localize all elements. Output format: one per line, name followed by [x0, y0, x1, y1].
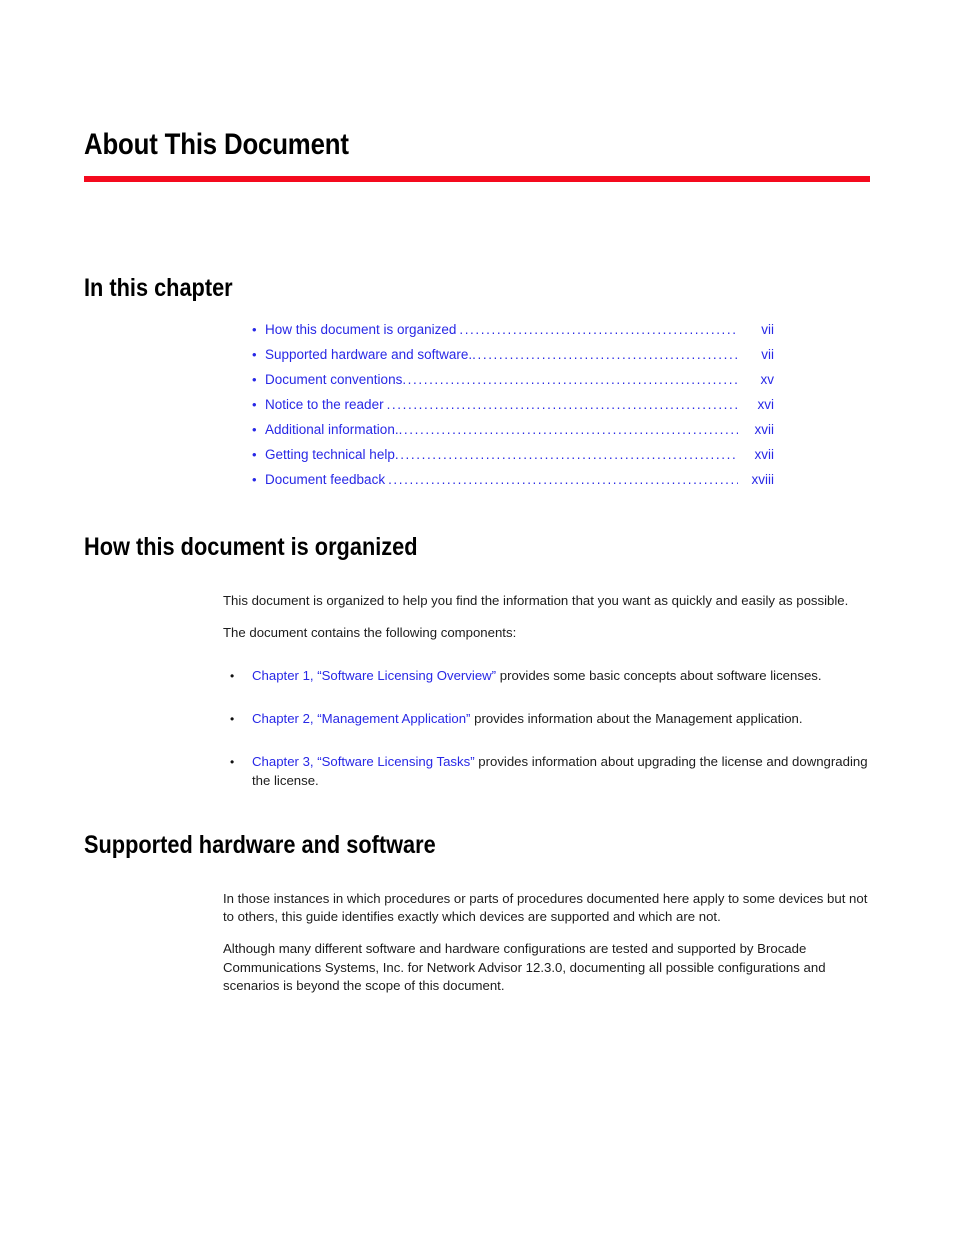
- toc-entry-label[interactable]: Getting technical help: [265, 447, 395, 462]
- toc-entry[interactable]: • Additional information. xvii: [252, 422, 774, 447]
- bullet-icon: •: [230, 712, 235, 727]
- toc-entry-label[interactable]: Supported hardware and software.: [265, 347, 472, 362]
- bullet-icon: •: [252, 347, 257, 362]
- bullet-icon: •: [230, 669, 235, 683]
- toc-dot-leader: [459, 322, 738, 337]
- bullet-icon: •: [252, 322, 257, 337]
- bullet-icon: •: [252, 447, 257, 462]
- paragraph: In those instances in which procedures o…: [223, 891, 868, 925]
- chapter-cross-reference-link[interactable]: Chapter 3, “Software Licensing Tasks”: [252, 754, 475, 769]
- toc-dot-leader: [472, 347, 738, 362]
- paragraph: This document is organized to help you f…: [223, 593, 849, 608]
- bullet-icon: •: [230, 755, 235, 770]
- toc-page-number: vii: [761, 322, 774, 337]
- toc-entry[interactable]: • Document feedback xviii: [252, 472, 774, 497]
- list-item: • Chapter 3, “Software Licensing Tasks” …: [228, 753, 873, 789]
- toc-page-number: vii: [761, 347, 774, 362]
- toc-entry[interactable]: • Supported hardware and software. vii: [252, 347, 774, 372]
- document-page: About This Document In this chapter • Ho…: [0, 0, 954, 1235]
- section-heading-in-this-chapter: In this chapter: [84, 274, 233, 302]
- title-divider-rule: [84, 176, 870, 182]
- toc-entry[interactable]: • Notice to the reader xvi: [252, 397, 774, 422]
- chapter-components-list: • Chapter 1, “Software Licensing Overvie…: [228, 667, 873, 790]
- toc-page-number: xvi: [757, 397, 775, 412]
- table-of-contents: • How this document is organized vii • S…: [252, 322, 774, 497]
- list-item-text: provides some basic concepts about softw…: [496, 668, 822, 683]
- list-item-text: provides information about the Managemen…: [470, 711, 803, 727]
- toc-page-number: xviii: [751, 472, 775, 487]
- toc-dot-leader: [395, 447, 738, 462]
- toc-entry-label[interactable]: Notice to the reader: [265, 397, 384, 412]
- list-item: • Chapter 1, “Software Licensing Overvie…: [228, 667, 873, 685]
- chapter-cross-reference-link[interactable]: Chapter 1, “Software Licensing Overview”: [252, 668, 496, 683]
- section-heading-how-organized: How this document is organized: [84, 533, 418, 561]
- toc-dot-leader: [388, 472, 738, 487]
- list-item: • Chapter 2, “Management Application” pr…: [228, 710, 873, 728]
- bullet-icon: •: [252, 372, 257, 387]
- how-organized-body: This document is organized to help you f…: [223, 592, 868, 642]
- toc-entry-label[interactable]: How this document is organized: [265, 322, 456, 337]
- toc-page-number: xvii: [754, 422, 775, 437]
- toc-dot-leader: [387, 397, 738, 412]
- supported-hardware-body: In those instances in which procedures o…: [223, 890, 868, 995]
- toc-entry[interactable]: • Document conventions xv: [252, 372, 774, 397]
- toc-page-number: xv: [760, 372, 775, 387]
- toc-dot-leader: [399, 422, 738, 437]
- toc-page-number: xvii: [754, 447, 775, 462]
- toc-entry-label[interactable]: Additional information.: [265, 422, 399, 437]
- chapter-cross-reference-link[interactable]: Chapter 2, “Management Application”: [252, 711, 470, 726]
- paragraph: The document contains the following comp…: [223, 625, 517, 641]
- bullet-icon: •: [252, 397, 257, 412]
- toc-dot-leader: [402, 372, 738, 387]
- toc-entry-label[interactable]: Document feedback: [265, 472, 385, 487]
- toc-entry[interactable]: • Getting technical help xvii: [252, 447, 774, 472]
- page-title: About This Document: [84, 128, 349, 161]
- bullet-icon: •: [252, 422, 257, 437]
- paragraph: Although many different software and har…: [223, 941, 826, 993]
- bullet-icon: •: [252, 472, 257, 487]
- toc-entry-label[interactable]: Document conventions: [265, 372, 402, 387]
- section-heading-supported-hardware: Supported hardware and software: [84, 831, 436, 859]
- toc-entry[interactable]: • How this document is organized vii: [252, 322, 774, 347]
